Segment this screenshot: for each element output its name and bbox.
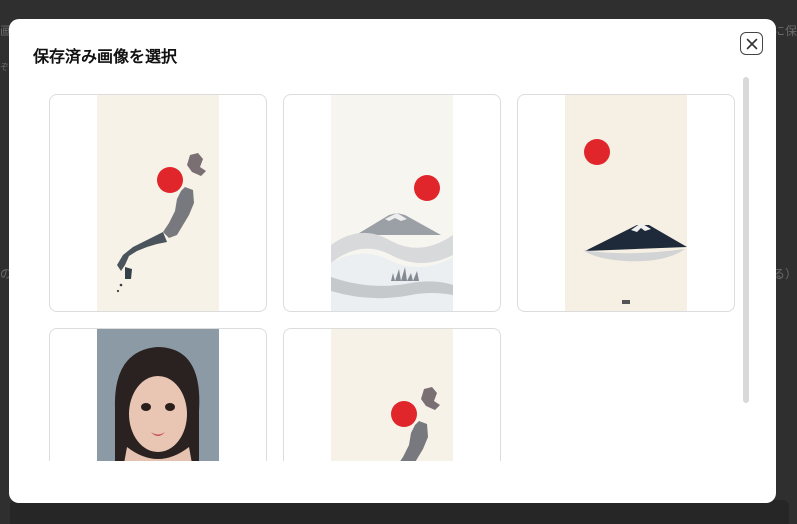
japan-map-thumbnail [97, 95, 219, 311]
dialog-title: 保存済み画像を選択 [33, 47, 178, 66]
japan-map-thumbnail [331, 329, 453, 461]
background-text-fragment: ぞ [0, 63, 10, 73]
scrollbar-thumb[interactable] [743, 77, 749, 403]
background-text-fragment: に保 [772, 24, 797, 38]
mount-fuji-waves-thumbnail [331, 95, 453, 311]
image-grid [49, 94, 739, 461]
portrait-thumbnail [97, 329, 219, 461]
saved-image-card[interactable] [49, 94, 267, 312]
image-grid-scroll-area [49, 94, 739, 461]
saved-image-card[interactable] [517, 94, 735, 312]
saved-image-card[interactable] [283, 328, 501, 461]
background-footer-bar [10, 500, 789, 524]
background-text-fragment: る） [772, 267, 797, 281]
select-saved-image-dialog: 保存済み画像を選択 [9, 19, 776, 503]
close-icon [746, 38, 757, 49]
saved-image-card[interactable] [283, 94, 501, 312]
vertical-scrollbar[interactable] [743, 77, 749, 403]
saved-image-card[interactable] [49, 328, 267, 461]
mount-fuji-minimal-thumbnail [565, 95, 687, 311]
close-button[interactable] [740, 32, 763, 55]
